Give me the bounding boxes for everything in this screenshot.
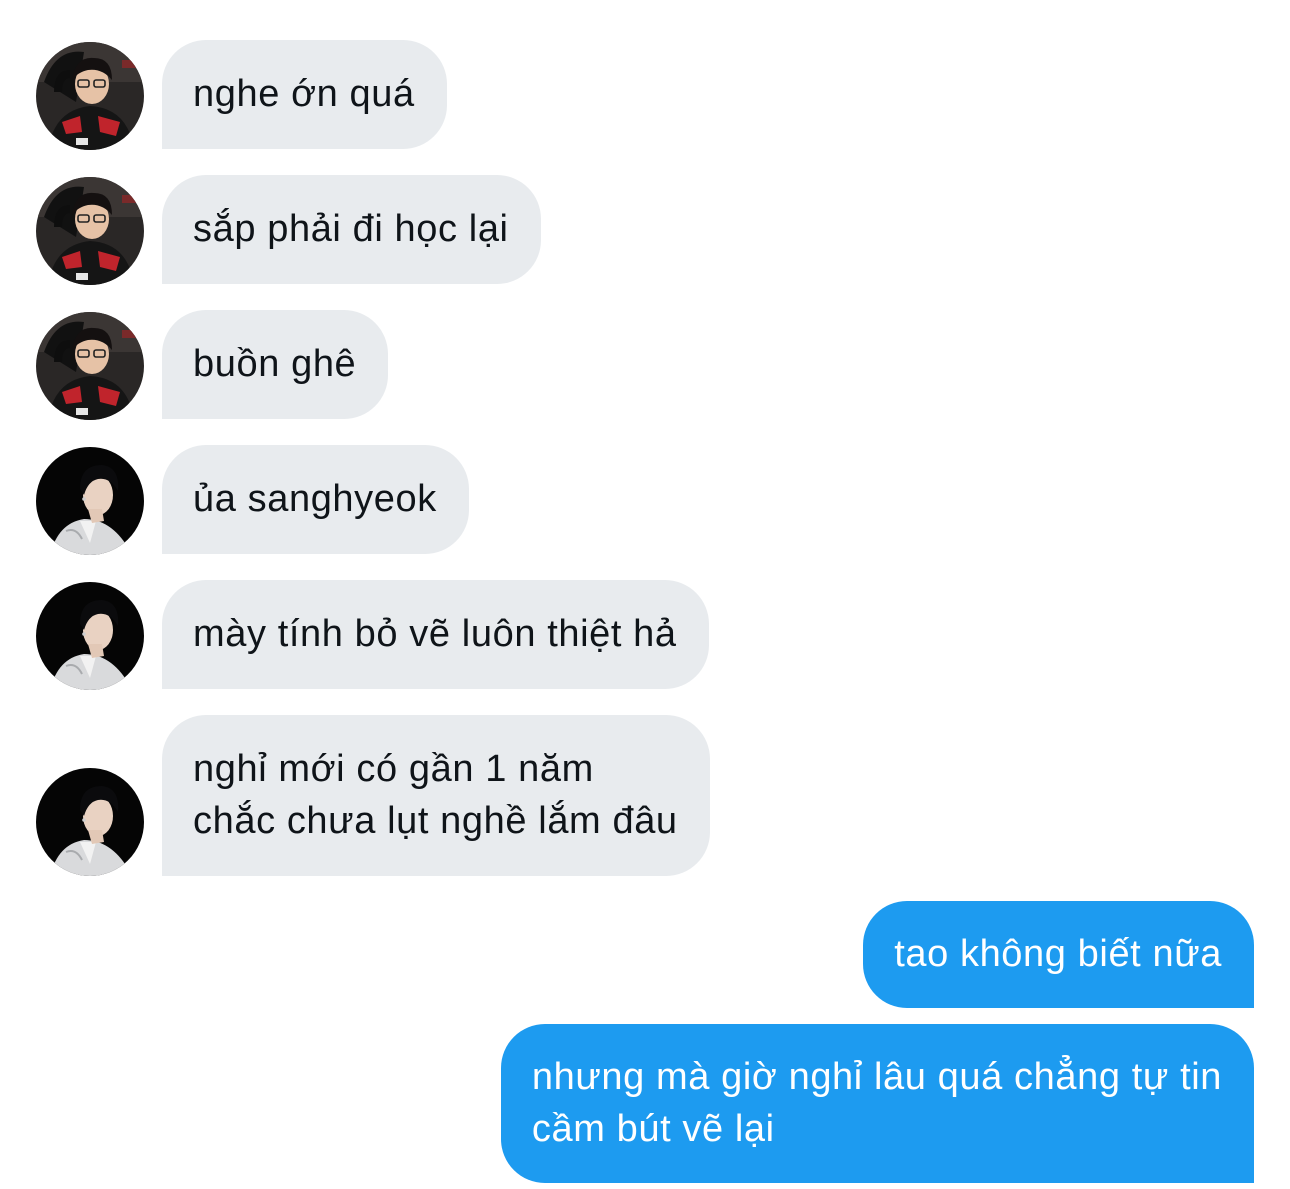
avatar-image	[36, 42, 144, 150]
incoming-message-bubble[interactable]: buồn ghê	[162, 310, 389, 419]
avatar[interactable]	[36, 312, 144, 420]
avatar-image	[36, 312, 144, 420]
avatar-image	[36, 177, 144, 285]
avatar[interactable]	[36, 177, 144, 285]
message-thread: nghe ớn quá sắp phải đi học lại buồn ghê…	[0, 0, 1290, 1189]
avatar-image	[36, 768, 144, 876]
avatar[interactable]	[36, 582, 144, 690]
incoming-message-bubble[interactable]: nghỉ mới có gần 1 năm chắc chưa lụt nghề…	[162, 715, 710, 876]
avatar[interactable]	[36, 447, 144, 555]
outgoing-message-bubble[interactable]: tao không biết nữa	[863, 901, 1254, 1008]
outgoing-message-bubble[interactable]: nhưng mà giờ nghỉ lâu quá chẳng tự tin c…	[500, 1024, 1254, 1183]
avatar[interactable]	[36, 42, 144, 150]
incoming-message-bubble[interactable]: sắp phải đi học lại	[162, 175, 541, 284]
avatar-image	[36, 447, 144, 555]
incoming-message-bubble[interactable]: nghe ớn quá	[162, 40, 447, 149]
incoming-message-bubble[interactable]: ủa sanghyeok	[162, 445, 469, 554]
avatar-image	[36, 582, 144, 690]
incoming-message-bubble[interactable]: mày tính bỏ vẽ luôn thiệt hả	[162, 580, 709, 689]
avatar[interactable]	[36, 768, 144, 876]
